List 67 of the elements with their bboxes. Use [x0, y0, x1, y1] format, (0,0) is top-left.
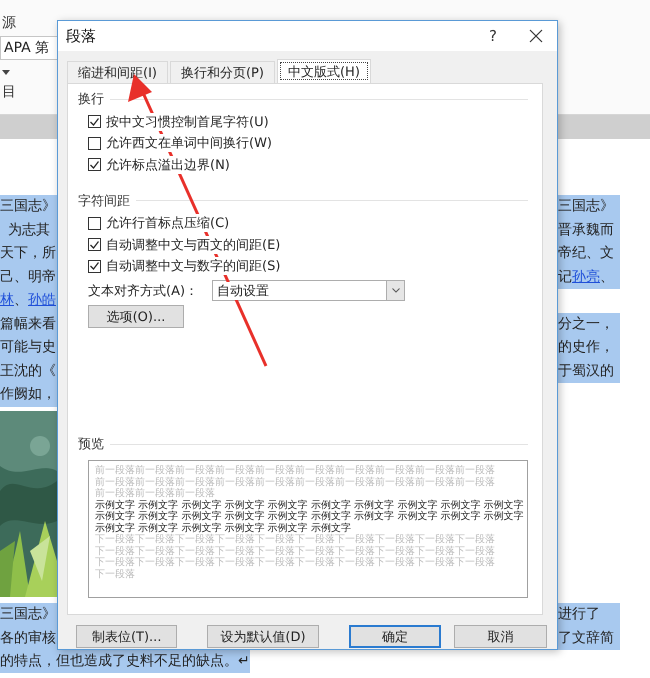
sample-text: 示例文字 示例文字 示例文字 示例文字 示例文字 示例文字: [95, 522, 352, 534]
section-title: 换行: [78, 90, 104, 108]
checkbox[interactable]: [88, 158, 101, 172]
checkbox-label: 允许标点溢出边界(N): [106, 156, 230, 174]
document-text: 三国志》: [558, 198, 614, 214]
checkbox-label: 允许西文在单词中间换行(W): [106, 134, 272, 152]
document-text: 为志其: [8, 222, 50, 238]
help-button[interactable]: ?: [473, 27, 513, 45]
context-text: 前一段落前一段落前一段落: [95, 488, 216, 500]
ribbon-group-label: 目: [1, 83, 16, 101]
dialog-tab[interactable]: 中文版式(H): [276, 59, 371, 83]
sample-text: 示例文字 示例文字 示例文字 示例文字 示例文字 示例文字 示例文字 示例文字 示例文字 示例文字: [95, 500, 525, 510]
context-text: 下一段落下一段落下一段落下一段落下一段落下一段落下一段落下一段落下一段落下一段落: [95, 534, 496, 546]
document-text: 进行了: [558, 603, 620, 626]
document-text: 、: [14, 292, 28, 308]
document-link[interactable]: 林: [0, 292, 14, 308]
document-text: 王沈的《: [0, 362, 56, 378]
document-text: 己、明帝: [0, 268, 56, 284]
document-text: 三国志》: [0, 603, 57, 626]
context-text: 下一段落下一段落下一段落下一段落下一段落下一段落下一段落下一段落下一段落下一段落: [95, 546, 496, 556]
sample-text: 示例文字 示例文字 示例文字 示例文字 示例文字 示例文字 示例文字 示例文字 示例文字 示例文字: [95, 511, 525, 522]
document-text: 篇幅来看: [0, 316, 56, 332]
document-text: 帝纪、文: [558, 245, 614, 261]
dialog-title: 段落: [66, 26, 97, 46]
options-button[interactable]: 选项(O)...: [88, 305, 184, 328]
set-default-button[interactable]: 设为默认值(D): [207, 625, 319, 648]
checkbox-label: 自动调整中文与数字的间距(S): [106, 257, 280, 276]
section-title: 字符间距: [78, 192, 130, 210]
checkbox[interactable]: [88, 136, 101, 150]
checkbox-label: 允许行首标点压缩(C): [106, 214, 230, 232]
cancel-button[interactable]: 取消: [454, 625, 547, 648]
ok-button[interactable]: 确定: [348, 625, 442, 648]
checkbox-label: 自动调整中文与西文的间距(E): [106, 236, 280, 254]
section-title: 预览: [78, 435, 104, 453]
document-text: 各的审核: [0, 626, 57, 650]
checkbox[interactable]: [88, 115, 101, 128]
context-text: 下一段落: [95, 568, 136, 580]
document-text: 分之一，: [558, 316, 614, 332]
close-icon[interactable]: [529, 29, 543, 43]
ribbon-label: 源: [1, 14, 16, 32]
context-text: 下一段落下一段落下一段落下一段落下一段落下一段落下一段落下一段落下一段落下一段落: [95, 557, 496, 568]
tab-stops-button[interactable]: 制表位(T)...: [76, 625, 178, 648]
checkbox[interactable]: [88, 216, 101, 230]
document-link[interactable]: 孙皓: [28, 292, 56, 308]
document-text: 、: [600, 268, 614, 284]
context-text: 前一段落前一段落前一段落前一段落前一段落前一段落前一段落前一段落前一段落前一段落: [95, 476, 496, 488]
caret-icon[interactable]: [2, 70, 10, 75]
chevron-down-icon[interactable]: [392, 288, 400, 293]
dialog-tab[interactable]: 缩进和间距(I): [67, 61, 168, 83]
document-text: 天下，所: [0, 245, 56, 261]
document-text: 的史作，: [558, 339, 614, 355]
alignment-label: 文本对齐方式(A)：: [88, 282, 200, 300]
checkbox-label: 按中文习惯控制首尾字符(U): [106, 112, 269, 131]
document-text: 的特点，但也造成了史料不足的缺点。↵: [0, 650, 250, 673]
document-text: 记: [558, 268, 572, 284]
document-text: 了文辞简: [558, 626, 620, 650]
document-text: 作阙如，: [0, 386, 56, 402]
document-text: 三国志》: [0, 198, 56, 214]
document-link[interactable]: 孙亮: [572, 268, 600, 284]
checkbox[interactable]: [88, 260, 101, 273]
context-text: 前一段落前一段落前一段落前一段落前一段落前一段落前一段落前一段落前一段落前一段落: [95, 465, 496, 476]
document-text: 晋承魏而: [558, 222, 614, 238]
document-text: 于蜀汉的: [558, 362, 614, 378]
document-text: 可能与史: [0, 339, 56, 355]
checkbox[interactable]: [88, 238, 101, 252]
dialog-tab[interactable]: 换行和分页(P): [170, 61, 275, 83]
alignment-select[interactable]: 自动设置: [212, 280, 405, 301]
